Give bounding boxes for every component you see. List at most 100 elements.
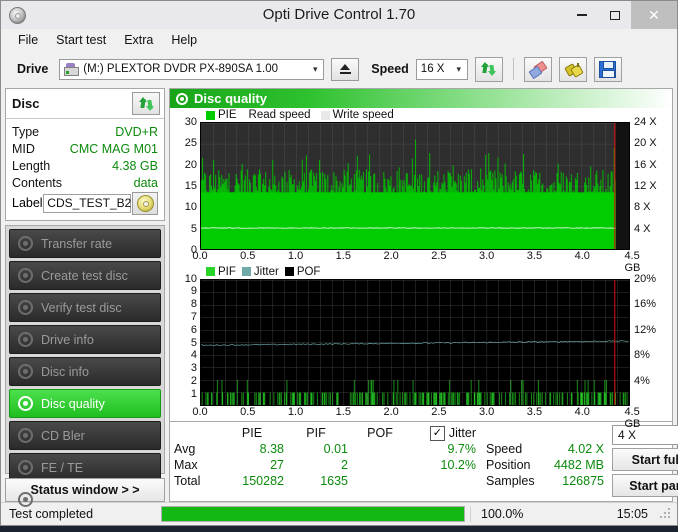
axis-tick-label: 3 bbox=[190, 362, 197, 375]
eject-button[interactable] bbox=[331, 57, 360, 81]
stats-row-max: Max 27 2 10.2% bbox=[174, 457, 476, 473]
jitter-toggle[interactable]: ✓ Jitter bbox=[412, 425, 476, 441]
chevron-down-icon: ▾ bbox=[456, 63, 462, 74]
minimize-button[interactable] bbox=[565, 1, 598, 29]
axis-tick-label: 0.5 bbox=[240, 249, 256, 262]
menu-item-extra[interactable]: Extra bbox=[115, 31, 162, 49]
pif-chart-legend: PIF Jitter POF bbox=[172, 265, 670, 279]
run-stats: Speed 4.02 X Position 4482 MB Samples 12… bbox=[486, 425, 604, 497]
sidebar-item-label: FE / TE bbox=[41, 460, 84, 475]
axis-tick-label: 1.5 bbox=[335, 249, 351, 262]
disc-cd-button[interactable] bbox=[132, 191, 158, 215]
axis-tick-label: 2.0 bbox=[383, 249, 399, 262]
main-panel: Disc quality PIE Read speed Write speed … bbox=[169, 88, 678, 502]
maximize-button[interactable] bbox=[598, 1, 631, 29]
menu-item-file[interactable]: File bbox=[9, 31, 47, 49]
disc-row-key: Contents bbox=[12, 175, 63, 190]
disc-icon bbox=[18, 332, 33, 347]
stats-total-pif: 1635 bbox=[320, 474, 348, 488]
action-buttons: 4 X ▾ Start full Start part bbox=[612, 425, 678, 497]
disc-icon bbox=[18, 236, 33, 251]
legend-swatch bbox=[206, 267, 215, 276]
sidebar-item-label: Drive info bbox=[41, 332, 94, 347]
speed-select-value: 16 X bbox=[420, 63, 445, 75]
panel-header: Disc quality bbox=[170, 89, 672, 108]
refresh-button[interactable] bbox=[474, 56, 503, 82]
run-stats-samples: Samples 126875 bbox=[486, 473, 604, 489]
jitter-checkbox[interactable]: ✓ bbox=[429, 425, 445, 441]
axis-tick-label: 15 bbox=[184, 180, 197, 192]
axis-tick-label: 5 bbox=[190, 336, 197, 349]
pif-y-axis-right: 4% 8% 12% 16% 20% bbox=[630, 273, 670, 407]
close-button[interactable]: ✕ bbox=[631, 1, 677, 29]
stats-row-label: Max bbox=[174, 458, 198, 472]
disc-row-key: Type bbox=[12, 124, 40, 139]
axis-tick-label: 1.0 bbox=[287, 249, 304, 262]
sidebar-item-disc-quality[interactable]: Disc quality bbox=[9, 389, 161, 418]
axis-tick-label: 24 X bbox=[634, 116, 657, 128]
app-disc-icon bbox=[8, 6, 26, 24]
eraser-icon bbox=[528, 60, 548, 79]
jitter-label: Jitter bbox=[448, 426, 476, 440]
start-part-button[interactable]: Start part bbox=[612, 474, 678, 497]
speed-label: Speed bbox=[371, 62, 409, 76]
error-stats-grid: PIE PIF POF ✓ Jitter Avg 8.38 0.01 9.7% bbox=[174, 425, 476, 497]
disc-icon bbox=[18, 428, 33, 443]
save-button[interactable] bbox=[593, 56, 622, 82]
disc-row-contents: Contents data bbox=[12, 174, 158, 191]
axis-tick-label: 25 bbox=[184, 137, 197, 150]
legend-label: Jitter bbox=[253, 265, 279, 278]
menu-item-help[interactable]: Help bbox=[162, 31, 206, 49]
disc-label-row: Label CDS_TEST_B2 bbox=[12, 191, 158, 215]
disc-icon bbox=[18, 492, 33, 507]
disc-info-panel: Disc Type DVD+R MID CMC MAG M01 Length 4… bbox=[5, 88, 165, 221]
test-speed-select[interactable]: 4 X ▾ bbox=[612, 425, 678, 445]
axis-tick-label: 4 X bbox=[634, 222, 651, 235]
refresh-icon bbox=[481, 62, 497, 76]
start-full-button[interactable]: Start full bbox=[612, 448, 678, 471]
erase-button[interactable] bbox=[523, 56, 552, 82]
axis-tick-label: 30 bbox=[184, 116, 197, 128]
axis-tick-label: 3.0 bbox=[479, 406, 495, 418]
sidebar-item-cd-bler[interactable]: CD Bler bbox=[9, 421, 161, 450]
maximize-icon bbox=[609, 10, 620, 20]
disc-row-key: Length bbox=[12, 158, 51, 173]
pif-plot[interactable] bbox=[200, 278, 630, 406]
disc-icon bbox=[18, 300, 33, 315]
legend-item-write-speed: Write speed bbox=[320, 109, 394, 121]
disc-panel-title: Disc bbox=[12, 96, 40, 111]
axis-tick-label: 12 X bbox=[634, 180, 657, 192]
stats-row-avg: Avg 8.38 0.01 9.7% bbox=[174, 441, 476, 457]
stats-header-pof: POF bbox=[367, 426, 393, 440]
axis-tick-label: 8 bbox=[190, 298, 197, 311]
sidebar-item-transfer-rate[interactable]: Transfer rate bbox=[9, 229, 161, 258]
disc-row-value: data bbox=[133, 175, 158, 190]
resize-grip-icon[interactable] bbox=[660, 508, 672, 520]
sidebar-item-create-test-disc[interactable]: Create test disc bbox=[9, 261, 161, 290]
disc-refresh-button[interactable] bbox=[132, 92, 160, 115]
speed-select[interactable]: 16 X ▾ bbox=[415, 58, 468, 80]
axis-tick-label: 4% bbox=[634, 374, 650, 387]
main-body: Disc Type DVD+R MID CMC MAG M01 Length 4… bbox=[1, 88, 678, 514]
charts-area: PIE Read speed Write speed 0 5 10 15 20 2 bbox=[170, 108, 672, 430]
drive-select[interactable]: (M:) PLEXTOR DVDR PX-890SA 1.00 ▾ bbox=[59, 58, 325, 80]
legend-swatch bbox=[206, 110, 215, 120]
disc-row-key: MID bbox=[12, 141, 35, 156]
pie-chart-legend: PIE Read speed Write speed bbox=[172, 108, 670, 122]
pie-plot[interactable] bbox=[200, 122, 630, 250]
sidebar-item-drive-info[interactable]: Drive info bbox=[9, 325, 161, 354]
disc-row-mid: MID CMC MAG M01 bbox=[12, 140, 158, 157]
nav-list: Transfer rate Create test disc Verify te… bbox=[5, 225, 165, 514]
legend-item-pie: PIE bbox=[206, 109, 237, 121]
menu-item-start-test[interactable]: Start test bbox=[47, 31, 115, 49]
run-stats-speed: Speed 4.02 X bbox=[486, 441, 604, 457]
panel-title: Disc quality bbox=[194, 91, 267, 106]
disc-label-input[interactable]: CDS_TEST_B2 bbox=[43, 193, 131, 213]
run-stats-label: Position bbox=[486, 458, 531, 472]
axis-tick-label: 0.5 bbox=[240, 406, 256, 418]
axis-tick-label: 6 bbox=[190, 323, 197, 336]
plug-button[interactable] bbox=[558, 56, 587, 82]
sidebar-item-verify-test-disc[interactable]: Verify test disc bbox=[9, 293, 161, 322]
axis-tick-label: 7 bbox=[190, 310, 197, 323]
sidebar-item-disc-info[interactable]: Disc info bbox=[9, 357, 161, 386]
